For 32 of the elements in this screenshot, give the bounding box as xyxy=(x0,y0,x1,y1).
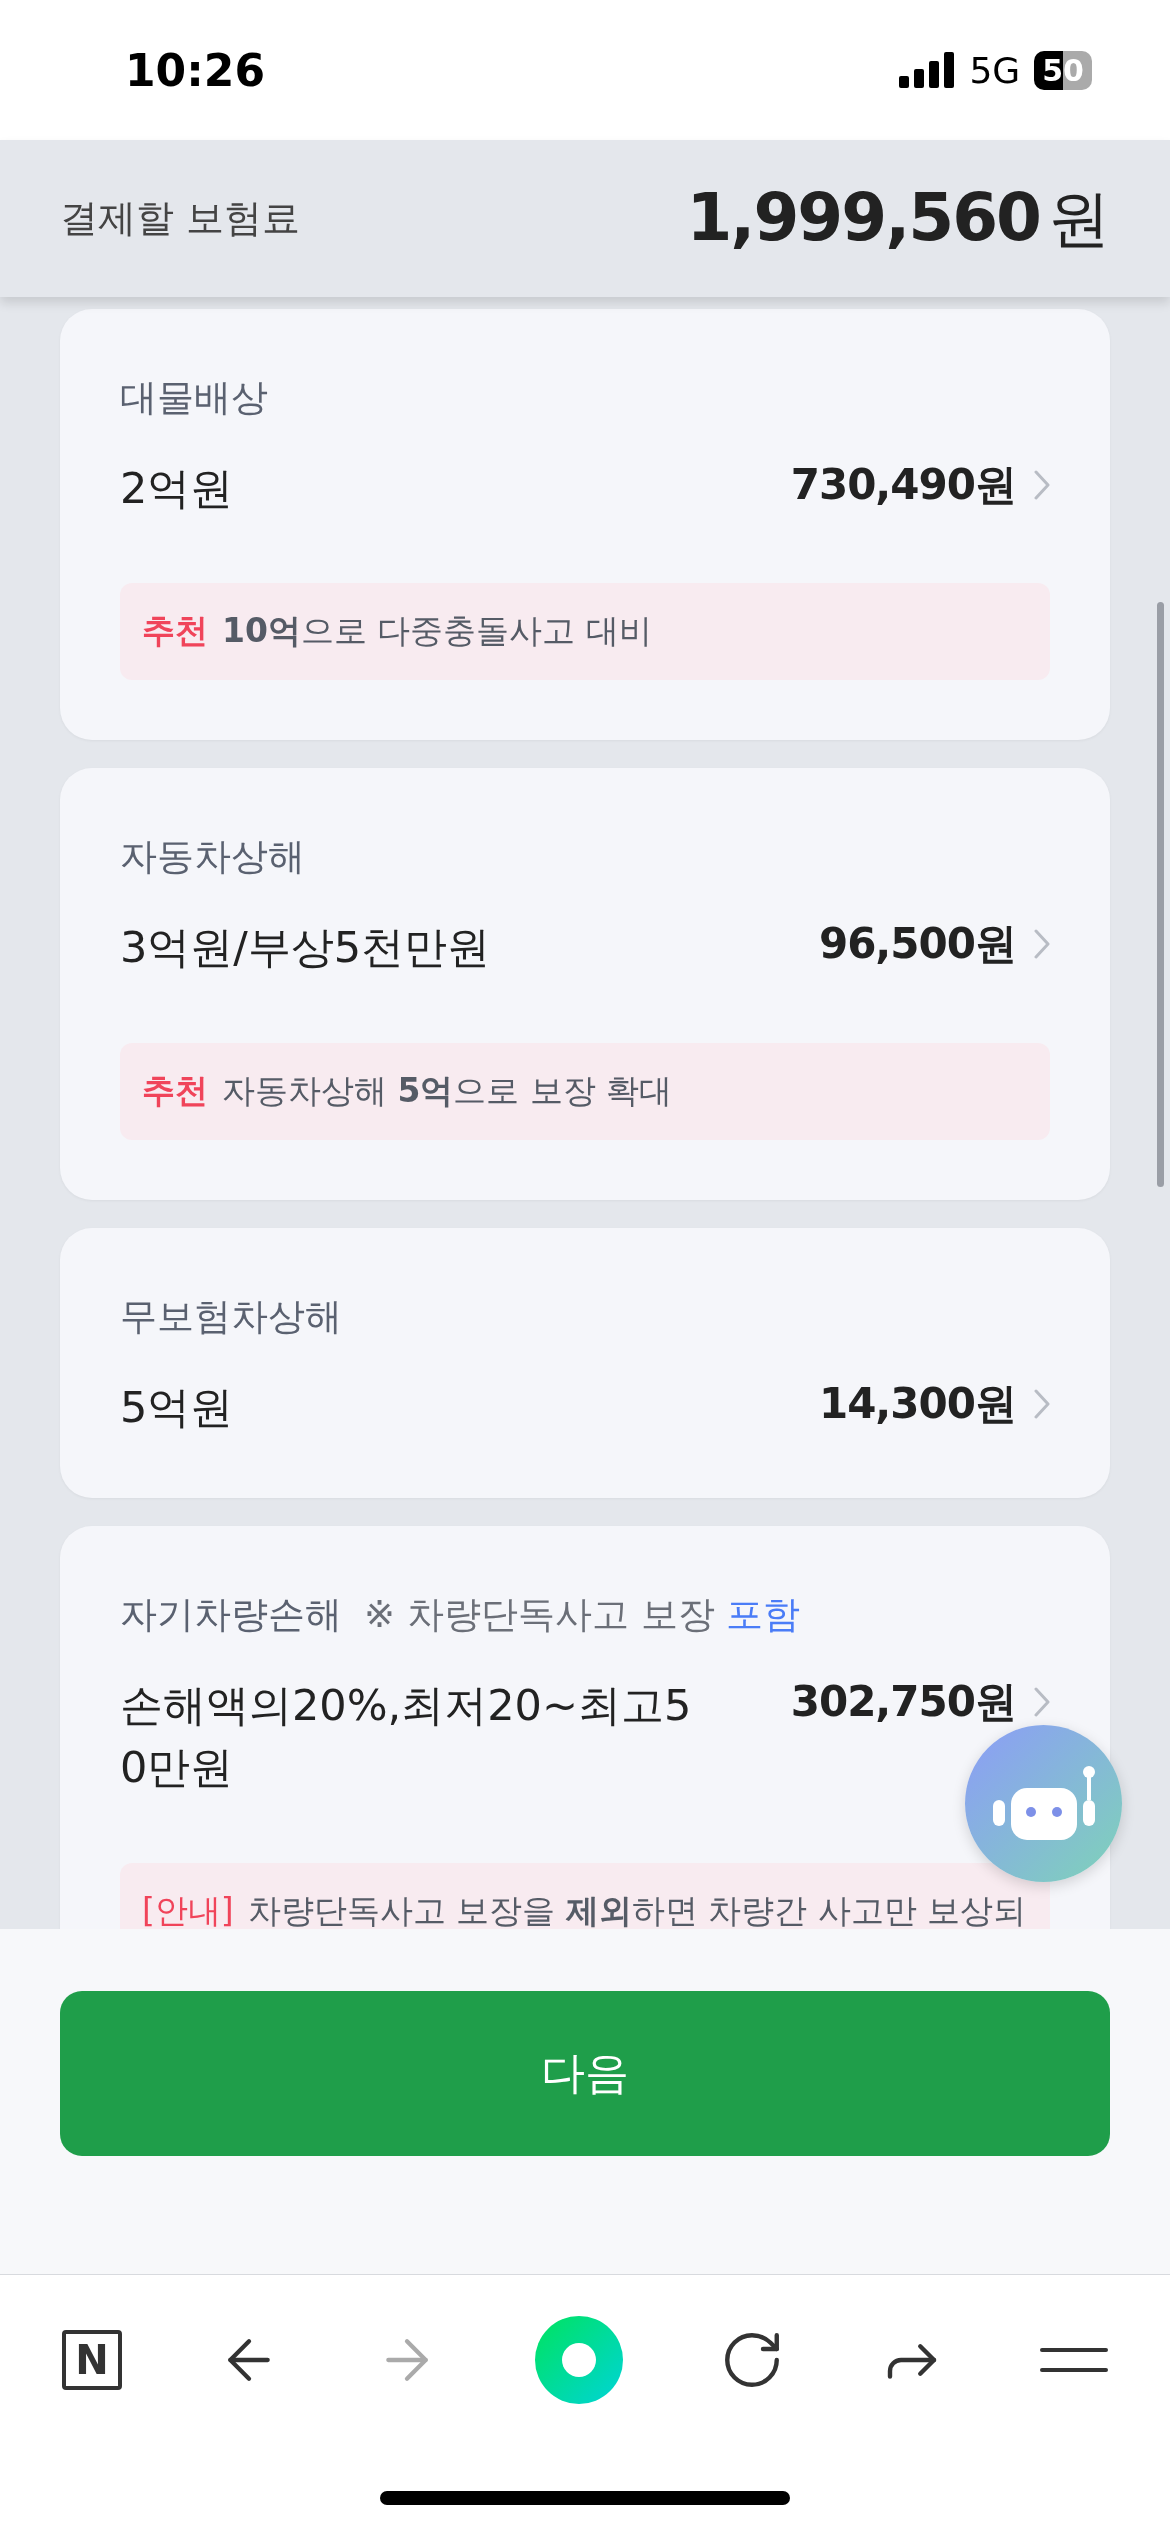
tip-message: [안내] 차량단독사고 보장을 제외하면 차량간 사고만 보상되 xyxy=(120,1862,1050,1929)
coverage-label: 자기차량손해 xyxy=(120,1592,342,1639)
home-logo[interactable]: N xyxy=(62,2330,122,2390)
header-label: 결제할 보험료 xyxy=(60,195,301,242)
coverage-label: 무보험차상해 xyxy=(120,1293,342,1340)
chevron-icon xyxy=(1034,1388,1050,1419)
status-time: 10:26 xyxy=(125,44,266,96)
tip-message: 추천 10억으로 다중충돌사고 대비 xyxy=(120,583,1050,681)
coverage-price: 14,300원 xyxy=(818,1377,1016,1430)
tip-message: 추천 자동차상해 5억으로 보장 확대 xyxy=(120,1042,1050,1140)
coverage-card[interactable]: 자기차량손해 ※ 차량단독사고 보장 포함 손해액의20%,최저20~최고5 0만원 302,750원 [안내] 차량단독사고 보장을 제외하면 차량간 사고만 보상되 xyxy=(60,1526,1110,1929)
chevron-icon xyxy=(1034,929,1050,960)
coverage-card[interactable]: 대물배상 2억원 730,490원 추천 10억으로 다중충돌사고 대비 xyxy=(60,309,1110,741)
menu-icon[interactable] xyxy=(1039,2347,1108,2373)
coverage-value: 3억원/부상5천만원 xyxy=(120,921,491,975)
coverage-value: 손해액의20%,최저20~최고5 0만원 xyxy=(120,1679,692,1795)
signal-icon xyxy=(899,52,956,88)
coverage-label: 대물배상 xyxy=(120,375,268,421)
coverage-value: 2억원 xyxy=(120,462,234,515)
coverage-price: 96,500원 xyxy=(818,918,1016,971)
chevron-icon xyxy=(1034,470,1050,500)
coverage-label: 자동차상해 xyxy=(120,834,305,881)
coverage-note: ※ 차량단독사고 보장 포함 xyxy=(364,1592,801,1639)
total-amount: 1,999,560 xyxy=(686,178,1040,256)
coverage-value: 5억원 xyxy=(120,1380,234,1434)
chevron-icon xyxy=(1034,1687,1050,1718)
coverage-price: 302,750원 xyxy=(790,1676,1016,1729)
coverage-card[interactable]: 무보험차상해 5억원 14,300원 xyxy=(60,1227,1110,1499)
coverage-price: 730,490원 xyxy=(790,459,1016,511)
coverage-card[interactable]: 자동차상해 3억원/부상5천만원 96,500원 추천 자동차상해 5억으로 보장 확대 xyxy=(60,768,1110,1200)
currency-unit: 원 xyxy=(1048,180,1110,257)
network-label: 5G xyxy=(969,49,1021,91)
